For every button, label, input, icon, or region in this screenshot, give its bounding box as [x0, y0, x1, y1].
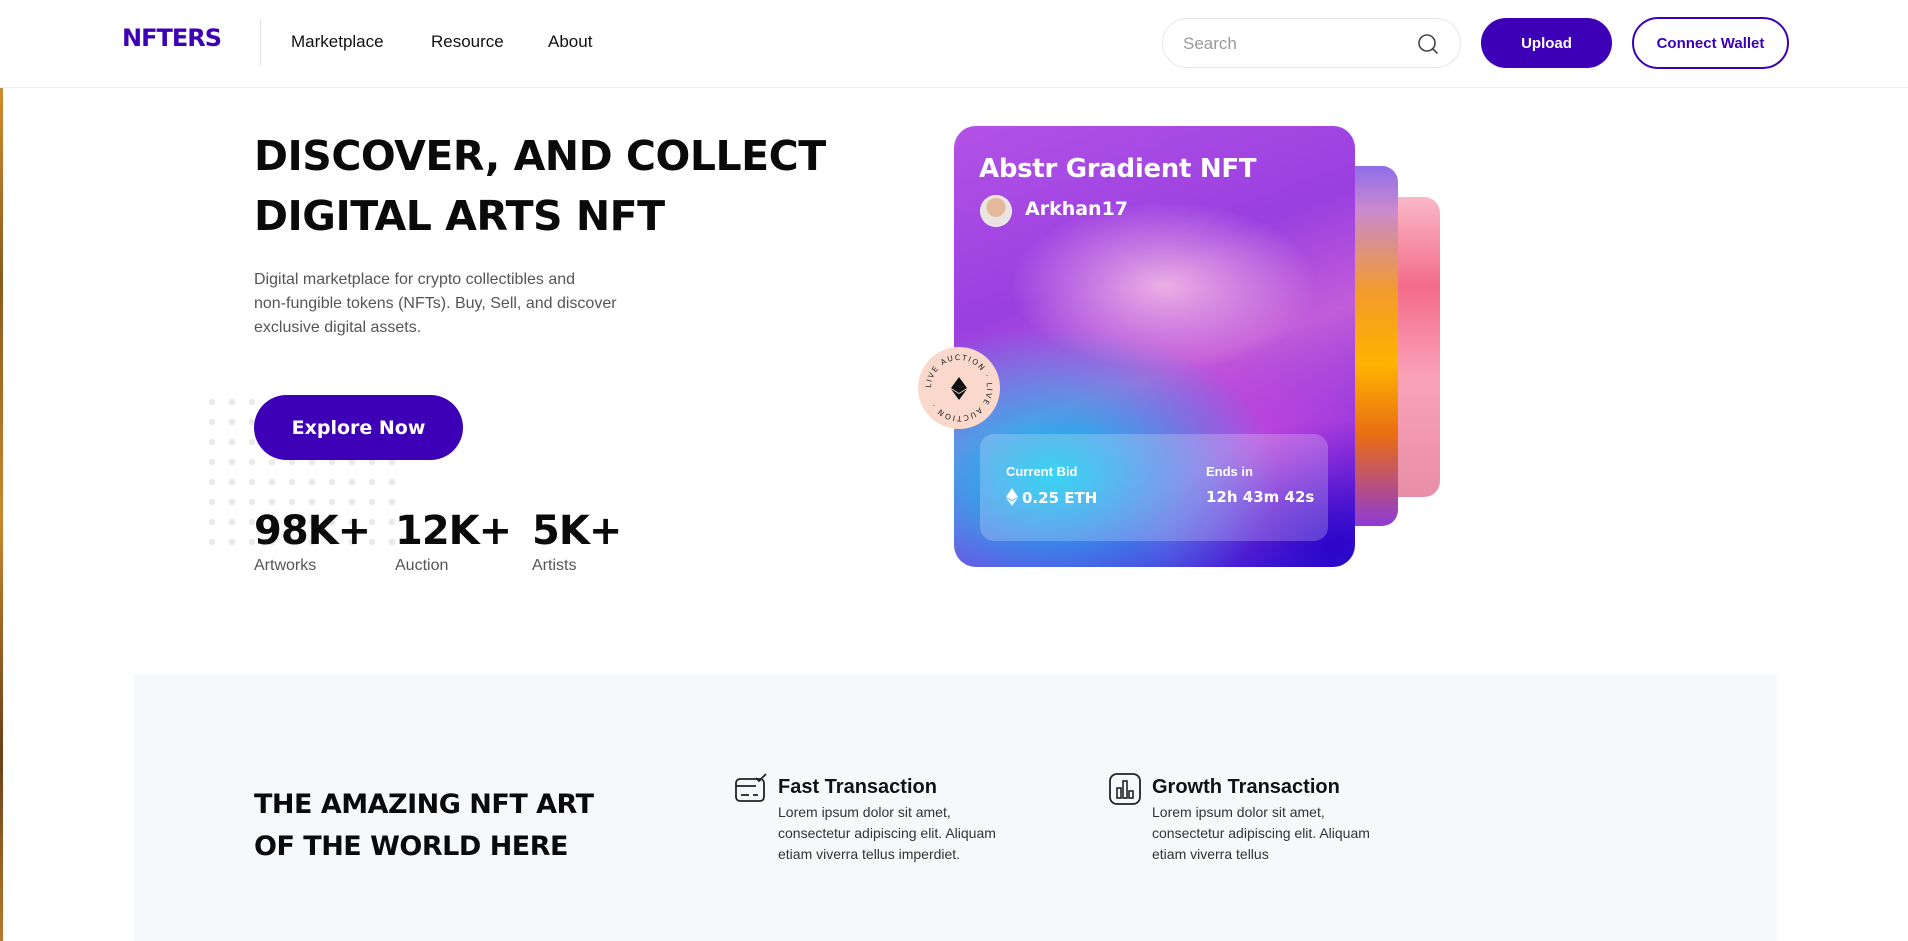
stat-auction: 12K+ Auction [395, 505, 512, 575]
live-auction-badge[interactable]: LIVE AUCTION · LIVE AUCTION · [918, 347, 1000, 429]
avatar[interactable] [980, 195, 1012, 227]
hero-title-line-1: DISCOVER, AND COLLECT [254, 132, 826, 180]
feature-description: Lorem ipsum dolor sit amet, consectetur … [1152, 804, 1370, 862]
feature-name: Fast Transaction [778, 776, 937, 798]
bar-chart-icon [1109, 773, 1141, 805]
ethereum-icon [951, 377, 967, 400]
current-bid-label: Current Bid [1006, 464, 1078, 479]
hero-title-line-2: DIGITAL ARTS NFT [254, 192, 665, 240]
ethereum-icon [1006, 488, 1018, 506]
current-bid-amount: 0.25 ETH [1022, 489, 1098, 507]
nft-card-title: Abstr Gradient NFT [979, 154, 1257, 184]
features-title-line-2: OF THE WORLD HERE [254, 831, 568, 862]
stat-value: 5K+ [532, 508, 622, 554]
hero-desc-line-2: non-fungible tokens (NFTs). Buy, Sell, a… [254, 295, 617, 312]
ends-in-label: Ends in [1206, 464, 1253, 479]
search-input[interactable] [1183, 32, 1403, 56]
stat-artists: 5K+ Artists [532, 505, 622, 575]
stat-label: Auction [395, 557, 449, 574]
features-title-line-1: THE AMAZING NFT ART [254, 789, 594, 820]
hero-title: DISCOVER, AND COLLECT DIGITAL ARTS NFT [254, 126, 854, 246]
stat-artworks: 98K+ Artworks [254, 505, 371, 575]
hero-desc-line-1: Digital marketplace for crypto collectib… [254, 271, 576, 288]
feature-description: Lorem ipsum dolor sit amet, consectetur … [778, 804, 996, 862]
ends-in-value: 12h 43m 42s [1206, 488, 1315, 506]
current-bid-value: 0.25 ETH [1006, 488, 1097, 507]
logo[interactable]: NFTERS [122, 24, 222, 52]
nft-card-username[interactable]: Arkhan17 [1025, 198, 1128, 220]
stat-value: 12K+ [395, 508, 512, 554]
stat-value: 98K+ [254, 508, 371, 554]
site-header: NFTERS Marketplace Resource About Upload… [0, 0, 1908, 88]
features-title: THE AMAZING NFT ART OF THE WORLD HERE [254, 784, 654, 868]
card-check-icon [735, 773, 767, 802]
nav-marketplace[interactable]: Marketplace [291, 32, 384, 52]
desktop-wallpaper-strip [0, 0, 3, 941]
header-divider [260, 18, 261, 66]
upload-button[interactable]: Upload [1481, 18, 1612, 68]
hero-desc-line-3: exclusive digital assets. [254, 319, 422, 336]
explore-now-button[interactable]: Explore Now [254, 395, 463, 460]
search-box [1162, 18, 1461, 68]
stat-label: Artists [532, 557, 577, 574]
feature-name: Growth Transaction [1152, 776, 1340, 798]
live-auction-ring: LIVE AUCTION · LIVE AUCTION · [924, 353, 993, 423]
nav-about[interactable]: About [548, 32, 592, 52]
features-section: THE AMAZING NFT ART OF THE WORLD HERE Fa… [134, 674, 1777, 941]
stat-label: Artworks [254, 557, 317, 574]
search-icon[interactable] [1417, 33, 1439, 55]
nav-resource[interactable]: Resource [431, 32, 504, 52]
nft-card-featured[interactable]: Abstr Gradient NFT Arkhan17 Current Bid … [954, 126, 1355, 567]
hero-description: Digital marketplace for crypto collectib… [254, 268, 644, 340]
connect-wallet-button[interactable]: Connect Wallet [1632, 17, 1789, 69]
bid-info-panel: Current Bid 0.25 ETH Ends in 12h 43m 42s [980, 434, 1328, 541]
